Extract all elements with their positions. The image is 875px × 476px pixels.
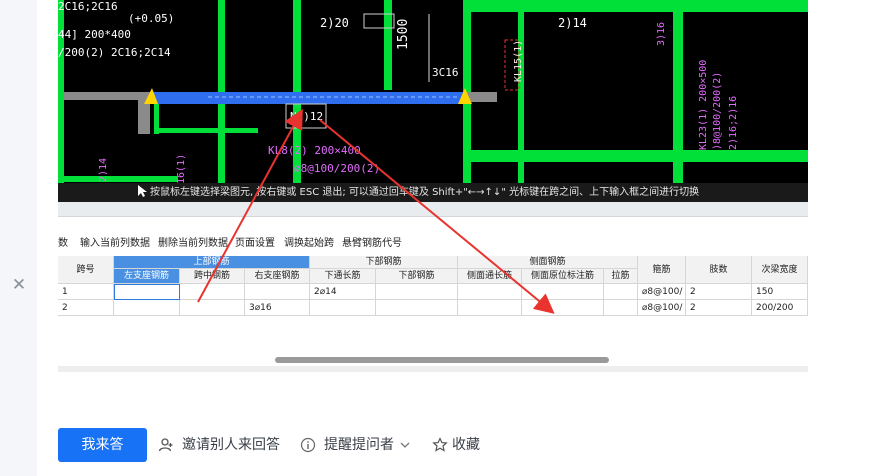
invite-answer-button[interactable]: 邀请别人来回答 (158, 428, 288, 462)
remind-asker-label: 提醒提问者 (324, 437, 394, 453)
info-icon (300, 437, 316, 453)
chevron-down-icon (400, 442, 410, 448)
red-annotation-arrows (197, 108, 555, 314)
answer-button[interactable]: 我来答 (58, 428, 147, 462)
favorite-button[interactable]: 收藏 (432, 428, 492, 462)
invite-answer-label: 邀请别人来回答 (182, 437, 280, 453)
screenshot-image: (+0.05) 2C16;2C16 44] 200*400 /200(2) 2C… (58, 0, 808, 372)
remind-asker-button[interactable]: 提醒提问者 (300, 428, 412, 462)
left-side-rail: ✕ (0, 0, 37, 476)
favorite-label: 收藏 (452, 437, 480, 453)
close-icon[interactable]: ✕ (10, 276, 28, 294)
add-user-icon (158, 438, 173, 452)
star-icon (432, 437, 448, 452)
